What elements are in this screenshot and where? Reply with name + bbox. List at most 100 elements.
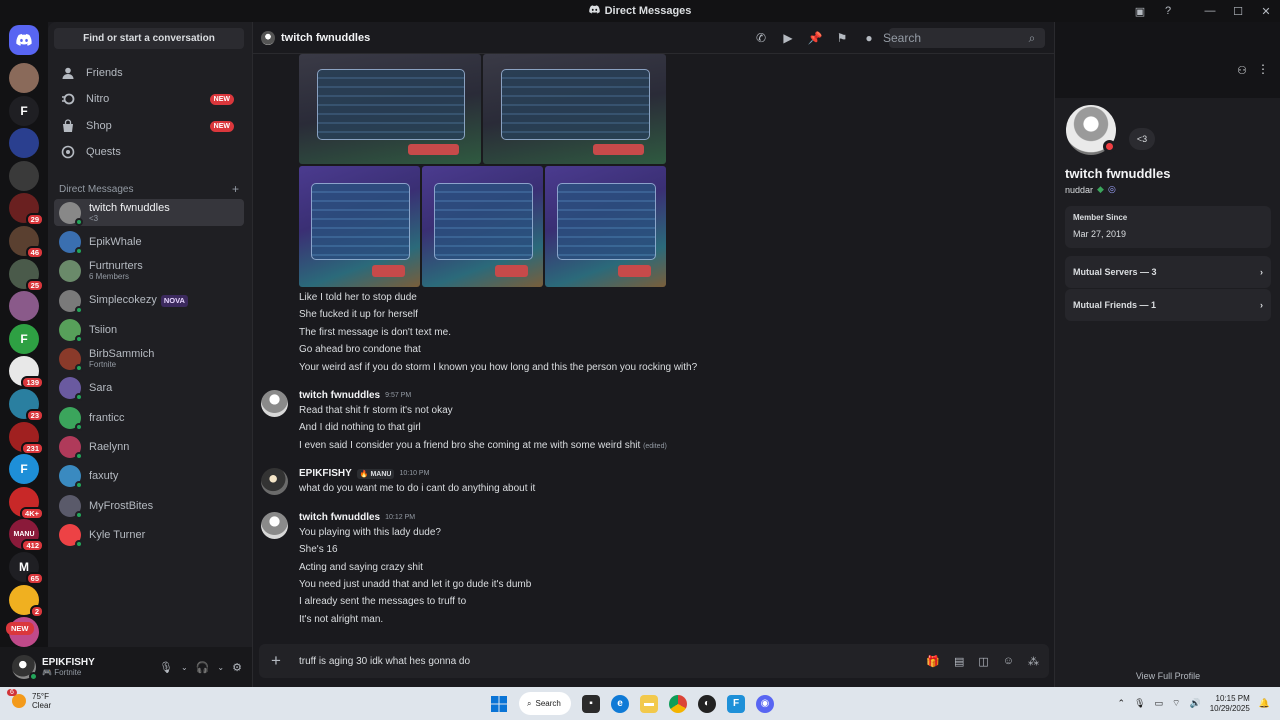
settings-gear-icon[interactable]: ⚙ xyxy=(232,661,242,674)
dm-item[interactable]: faxuty xyxy=(54,462,244,489)
headphones-icon[interactable]: 🎧 xyxy=(196,661,210,674)
task-view-icon[interactable]: ▪ xyxy=(582,694,600,713)
tray-chevron-icon[interactable]: ⌃ xyxy=(1118,698,1126,709)
server-icon[interactable]: 139 xyxy=(9,356,44,390)
video-call-icon[interactable]: ▶ xyxy=(781,31,795,45)
emoji-icon[interactable]: ☺ xyxy=(1003,655,1014,667)
dm-item[interactable]: franticc xyxy=(54,404,244,431)
message-input[interactable]: truff is aging 30 idk what hes gonna do xyxy=(299,656,470,667)
fortnite-icon[interactable]: F xyxy=(727,694,745,713)
search-input[interactable]: Search ⌕ xyxy=(883,28,1045,48)
dm-name: Kyle Turner xyxy=(89,528,146,541)
mic-options-chevron-icon[interactable]: ⌄ xyxy=(181,663,188,672)
voice-call-icon[interactable]: ✆ xyxy=(754,31,768,45)
nitro-badge-icon[interactable]: ◎ xyxy=(1108,184,1116,195)
server-icon[interactable]: 2 xyxy=(9,584,44,618)
chrome-icon[interactable] xyxy=(669,694,687,713)
view-full-profile-link[interactable]: View Full Profile xyxy=(1055,671,1280,681)
nav-shop[interactable]: Shop NEW xyxy=(54,114,244,138)
sticker-icon[interactable]: ◫ xyxy=(978,655,988,668)
find-conversation-button[interactable]: Find or start a conversation xyxy=(54,28,244,49)
server-icon[interactable]: 25 xyxy=(9,258,44,292)
audio-options-chevron-icon[interactable]: ⌄ xyxy=(217,663,224,672)
microphone-icon[interactable]: 🎙 xyxy=(159,661,173,674)
server-icon[interactable]: 46 xyxy=(9,225,44,259)
online-status-icon xyxy=(75,363,83,372)
profile-avatar[interactable] xyxy=(1063,102,1119,158)
server-icon[interactable]: 4K+ xyxy=(9,486,44,520)
server-icon[interactable] xyxy=(9,160,39,191)
server-icon[interactable] xyxy=(9,128,39,159)
discord-taskbar-icon[interactable]: ◉ xyxy=(756,694,774,713)
more-options-icon[interactable]: ⋮ xyxy=(1257,62,1269,76)
pinned-messages-icon[interactable]: 📌 xyxy=(808,31,823,45)
file-explorer-icon[interactable]: ▬ xyxy=(640,694,658,713)
server-icon[interactable]: 23 xyxy=(9,388,44,422)
image-attachment[interactable] xyxy=(483,54,666,164)
upload-plus-icon[interactable]: + xyxy=(259,651,293,671)
nav-quests[interactable]: Quests xyxy=(54,140,244,164)
message-avatar[interactable] xyxy=(261,512,288,539)
user-avatar[interactable] xyxy=(12,655,38,681)
add-friend-icon[interactable]: ⚇ xyxy=(1237,64,1247,77)
close-button[interactable]: ✕ xyxy=(1252,0,1280,22)
server-icon[interactable]: F xyxy=(9,95,39,126)
server-icon[interactable]: M 65 xyxy=(9,551,44,585)
server-icon[interactable]: F xyxy=(9,454,39,485)
image-attachment[interactable] xyxy=(545,166,666,287)
message-line: She's 16 xyxy=(299,544,338,555)
mic-tray-icon[interactable]: 🎙 xyxy=(1134,698,1145,709)
notifications-icon[interactable]: 🔔 xyxy=(1259,698,1270,709)
dm-item[interactable]: MyFrostBites xyxy=(54,492,244,519)
dm-item[interactable]: Tsiion xyxy=(54,316,244,343)
dm-item[interactable]: Raelynn xyxy=(54,433,244,460)
clock[interactable]: 10:15 PM 10/29/2025 xyxy=(1210,694,1250,714)
maximize-button[interactable]: ☐ xyxy=(1224,0,1252,22)
network-icon[interactable]: ⌔ xyxy=(1172,698,1180,709)
home-button[interactable] xyxy=(9,25,39,55)
dm-item[interactable]: twitch fwnuddles <3 xyxy=(54,199,244,226)
user-profile-toggle-icon[interactable]: ● xyxy=(862,31,876,45)
apps-icon[interactable]: ⁂ xyxy=(1028,655,1039,668)
message-avatar[interactable] xyxy=(261,390,288,417)
weather-widget[interactable]: 6 75°F Clear xyxy=(7,689,51,710)
dm-item[interactable]: BirbSammich Fortnite xyxy=(54,345,244,372)
edge-icon[interactable]: e xyxy=(611,694,629,713)
help-icon[interactable]: ? xyxy=(1154,0,1182,22)
image-attachment[interactable] xyxy=(299,166,420,287)
server-icon[interactable] xyxy=(9,63,39,93)
app-icon[interactable]: ◐ xyxy=(698,694,716,713)
mutual-friends-row[interactable]: Mutual Friends — 1 › xyxy=(1065,289,1271,321)
start-menu-icon[interactable] xyxy=(490,695,508,713)
gift-icon[interactable]: 🎁 xyxy=(926,655,940,668)
message-author[interactable]: EPIKFISHY xyxy=(299,468,352,479)
dm-item[interactable]: Sara xyxy=(54,374,244,401)
minimize-button[interactable]: — xyxy=(1196,0,1224,22)
image-attachment[interactable] xyxy=(299,54,481,164)
server-icon[interactable] xyxy=(9,291,39,322)
image-attachment[interactable] xyxy=(422,166,543,287)
display-tray-icon[interactable]: ▭ xyxy=(1155,698,1164,709)
badge-icon[interactable]: ◆ xyxy=(1097,184,1104,195)
dm-item[interactable]: EpikWhale xyxy=(54,228,244,255)
nav-friends[interactable]: Friends xyxy=(54,61,244,85)
server-icon[interactable]: MANU 412 xyxy=(9,519,44,553)
server-icon[interactable]: F xyxy=(9,323,39,354)
gif-icon[interactable]: ▤ xyxy=(954,655,964,668)
add-friends-to-dm-icon[interactable]: ⚑ xyxy=(835,31,849,45)
dm-item[interactable]: Simplecokezy NOVA xyxy=(54,287,244,314)
server-icon[interactable]: 29 xyxy=(9,193,44,227)
volume-icon[interactable]: 🔊 xyxy=(1190,698,1201,709)
dm-item[interactable]: Furtnurters 6 Members xyxy=(54,257,244,284)
message-author[interactable]: twitch fwnuddles xyxy=(299,390,380,401)
create-dm-plus-icon[interactable]: + xyxy=(232,183,239,195)
server-icon[interactable]: 231 xyxy=(9,421,44,455)
message-avatar[interactable] xyxy=(261,468,288,495)
nav-nitro[interactable]: Nitro NEW xyxy=(54,87,244,111)
custom-status-bubble: <3 xyxy=(1129,128,1155,150)
taskbar-search[interactable]: ⌕ Search xyxy=(519,692,571,715)
mutual-servers-row[interactable]: Mutual Servers — 3 › xyxy=(1065,256,1271,288)
inbox-icon[interactable]: ▣ xyxy=(1126,0,1154,22)
dm-item[interactable]: Kyle Turner xyxy=(54,521,244,548)
message-author[interactable]: twitch fwnuddles xyxy=(299,512,380,523)
